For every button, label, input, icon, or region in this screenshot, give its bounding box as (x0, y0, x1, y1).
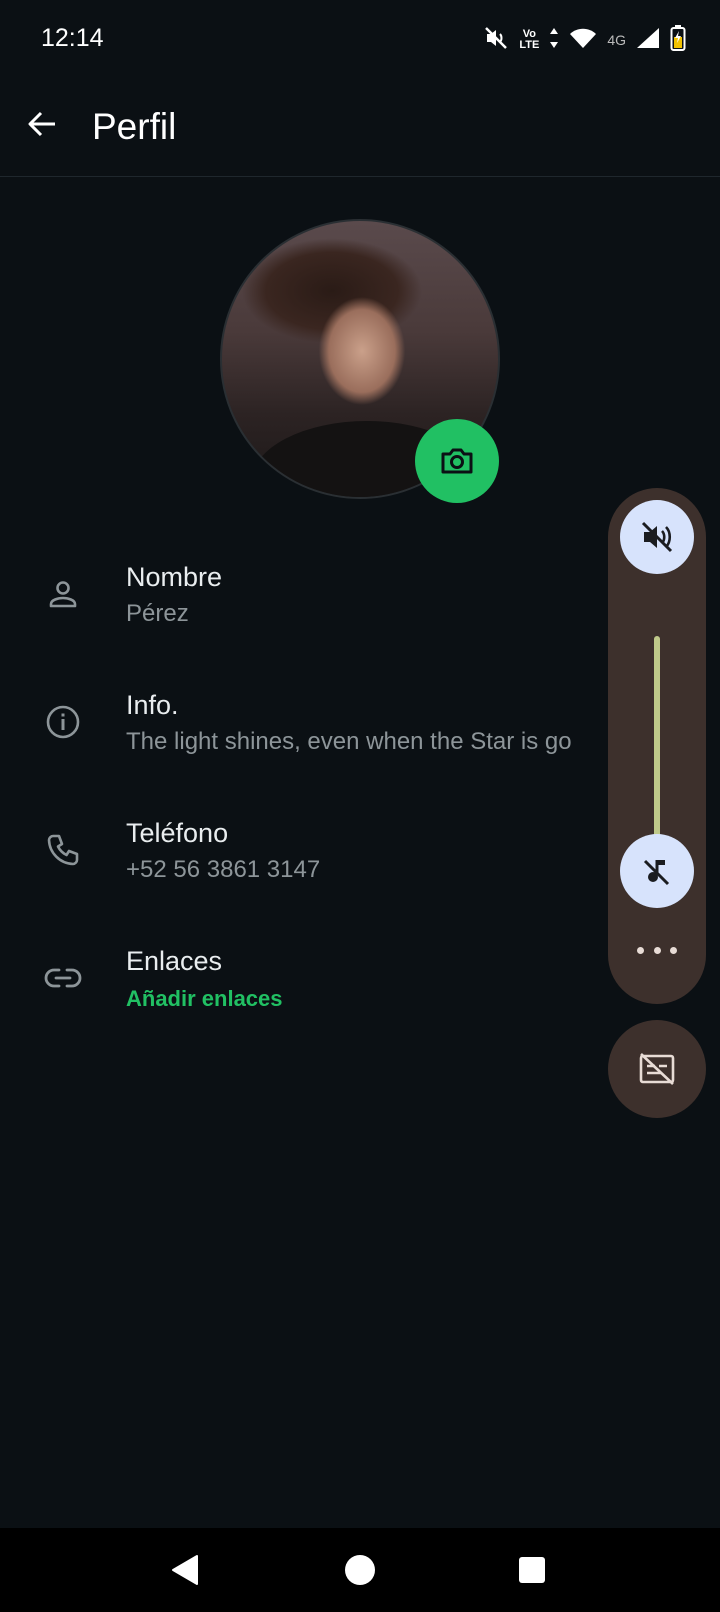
speaker-mute-icon (641, 521, 673, 553)
row-name-value: Pérez (126, 600, 189, 627)
change-photo-button[interactable] (415, 419, 499, 503)
more-dot (670, 946, 677, 954)
row-info-label: Info. (126, 690, 179, 720)
volume-panel (608, 488, 706, 1004)
battery-charging-icon (670, 24, 686, 56)
signal-icon (636, 27, 660, 54)
status-icons: Vo LTE 4G (483, 24, 686, 56)
more-horizontal-icon (637, 946, 644, 954)
row-links-label: Enlaces (126, 946, 223, 976)
person-icon (43, 574, 83, 614)
system-nav-bar (0, 1528, 720, 1612)
phone-icon (43, 830, 83, 870)
row-name-label: Nombre (126, 562, 223, 592)
captions-off-icon (639, 1053, 675, 1085)
row-info-value: The light shines, even when the Star is … (126, 728, 572, 755)
status-time: 12:14 (41, 24, 104, 52)
camera-icon (441, 448, 473, 474)
nav-back-button[interactable] (164, 1549, 206, 1591)
info-icon (43, 702, 83, 742)
page-title: Perfil (92, 106, 177, 147)
row-phone[interactable]: Teléfono +52 56 3861 3147 (0, 804, 610, 904)
vibrate-off-icon (483, 25, 509, 56)
music-off-icon (643, 859, 670, 886)
data-arrows-icon (549, 27, 559, 54)
row-info[interactable]: Info. The light shines, even when the St… (0, 676, 610, 776)
add-links-link[interactable]: Añadir enlaces (126, 986, 610, 1012)
app-bar: Perfil (0, 80, 720, 177)
nav-recents-button[interactable] (511, 1549, 553, 1591)
volte-icon: Vo LTE (519, 28, 540, 51)
row-phone-label: Teléfono (126, 818, 229, 848)
back-button[interactable] (22, 104, 62, 144)
volume-mute-button[interactable] (620, 500, 694, 574)
row-links[interactable]: Enlaces Añadir enlaces (0, 932, 610, 1032)
volume-more-button[interactable] (637, 940, 677, 960)
more-dot (653, 946, 661, 954)
home-circle-icon (345, 1555, 375, 1585)
recents-square-icon (519, 1557, 545, 1583)
network-type: 4G (607, 32, 626, 48)
volume-slider-handle[interactable] (620, 834, 694, 908)
link-icon (43, 958, 83, 998)
arrow-left-icon (28, 111, 55, 137)
status-bar: 12:14 Vo LTE 4G (0, 0, 720, 80)
wifi-icon (569, 27, 597, 54)
live-caption-button[interactable] (608, 1020, 706, 1118)
row-phone-value: +52 56 3861 3147 (126, 856, 321, 883)
row-name[interactable]: Nombre Pérez (0, 548, 610, 648)
volume-slider-track[interactable] (654, 636, 660, 866)
back-triangle-icon (172, 1555, 198, 1585)
nav-home-button[interactable] (339, 1549, 381, 1591)
